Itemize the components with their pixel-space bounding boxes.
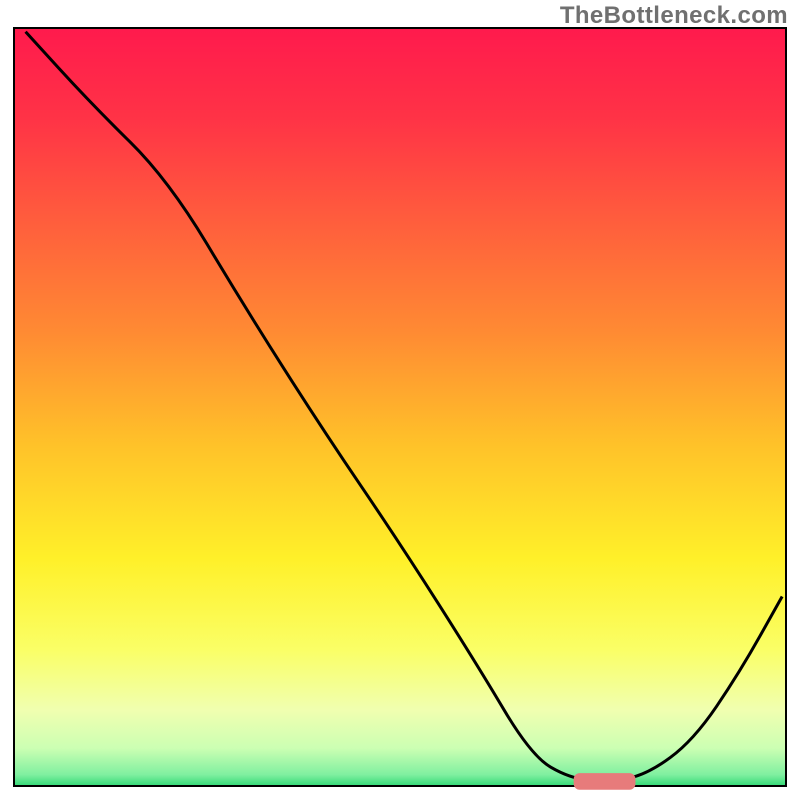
bottleneck-chart: TheBottleneck.com	[0, 0, 800, 800]
optimal-marker	[574, 773, 636, 790]
watermark-text: TheBottleneck.com	[560, 2, 788, 30]
chart-svg	[0, 0, 800, 800]
